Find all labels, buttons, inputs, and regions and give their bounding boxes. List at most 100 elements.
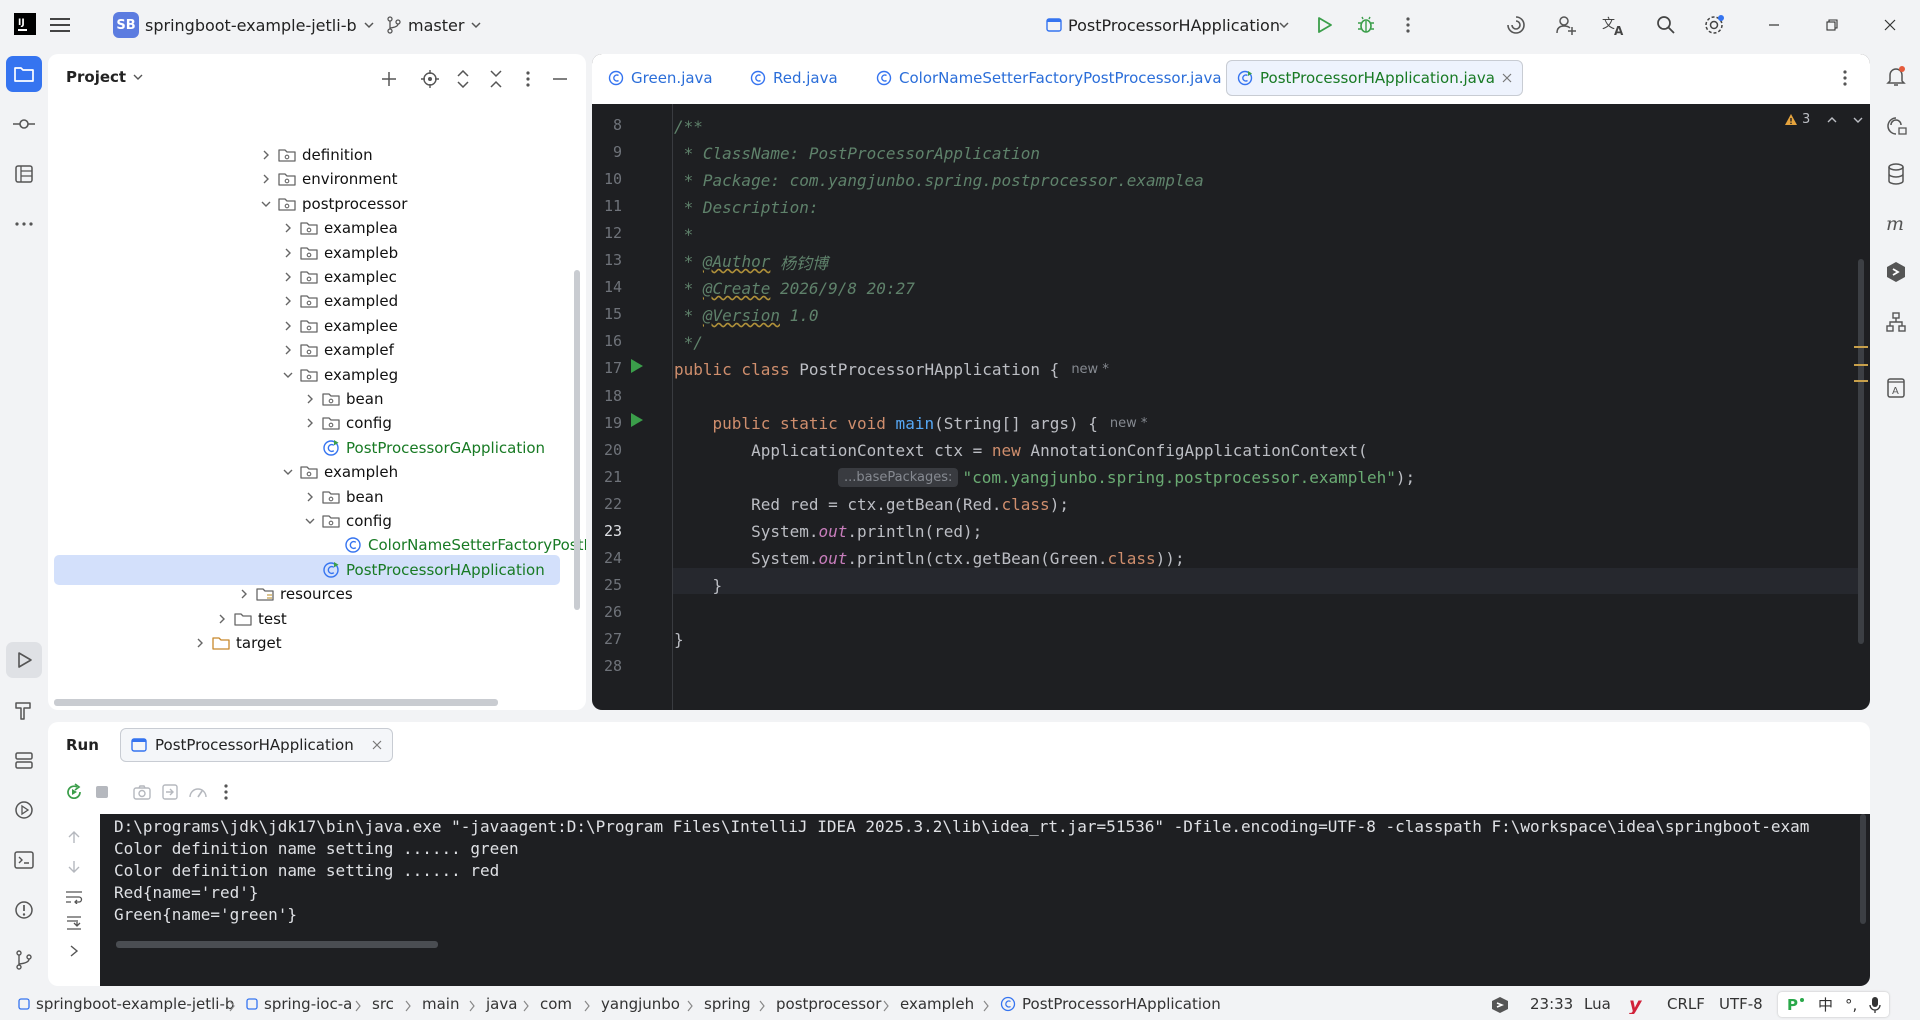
commit-tool-button[interactable]: [6, 106, 42, 142]
locate-file-icon[interactable]: [419, 68, 441, 90]
scroll-down-icon[interactable]: [62, 856, 86, 878]
soft-wrap-icon[interactable]: [62, 886, 86, 908]
translate-icon[interactable]: 文A: [1602, 13, 1626, 37]
breadcrumb-item[interactable]: spring-ioc-a: [246, 995, 352, 1013]
project-view-selector[interactable]: Project: [66, 68, 144, 86]
error-stripe-mark[interactable]: [1854, 380, 1868, 382]
chevron-right-icon[interactable]: [277, 266, 299, 288]
chevron-right-icon[interactable]: [277, 290, 299, 312]
next-highlight-icon[interactable]: [1852, 115, 1864, 125]
chevron-right-icon[interactable]: [277, 315, 299, 337]
structure-tool-button[interactable]: [6, 156, 42, 192]
vcs-author-hint[interactable]: new *: [1110, 416, 1148, 431]
breadcrumb-item[interactable]: postprocessor: [776, 995, 881, 1013]
console-vertical-scrollbar[interactable]: [1860, 814, 1866, 924]
close-window-button[interactable]: [1878, 13, 1902, 37]
chevron-right-icon[interactable]: [299, 388, 321, 410]
run-icon[interactable]: [1312, 13, 1336, 37]
code-with-me-icon[interactable]: [1554, 13, 1578, 37]
exit-icon[interactable]: [158, 780, 182, 804]
hide-panel-icon[interactable]: [549, 68, 571, 90]
chevron-right-icon[interactable]: [189, 632, 211, 654]
font-book-icon[interactable]: A: [1880, 372, 1912, 404]
run-tool-button[interactable]: [6, 642, 42, 678]
search-icon[interactable]: [1654, 13, 1678, 37]
tree-node-target[interactable]: target: [189, 628, 282, 658]
collapse-all-icon[interactable]: [485, 68, 507, 90]
close-tab-icon[interactable]: [372, 740, 382, 750]
debug-icon[interactable]: [1354, 13, 1378, 37]
more-actions-icon[interactable]: [1396, 13, 1420, 37]
hierarchy-icon[interactable]: [1880, 306, 1912, 338]
chevron-down-icon[interactable]: [255, 193, 277, 215]
tab-green-java[interactable]: Green.java: [598, 60, 723, 96]
breadcrumb-item[interactable]: exampleh: [900, 995, 974, 1013]
rerun-icon[interactable]: [62, 780, 86, 804]
language-indicator[interactable]: Lua: [1584, 995, 1611, 1013]
minimize-window-button[interactable]: [1762, 13, 1786, 37]
gradle-plugin-icon[interactable]: [1880, 256, 1912, 288]
breadcrumb-item[interactable]: main: [422, 995, 459, 1013]
console-output[interactable]: D:\programs\jdk\jdk17\bin\java.exe "-jav…: [100, 814, 1870, 986]
input-method-toolbar[interactable]: P 中 °,: [1778, 992, 1890, 1017]
services-tool-button[interactable]: [6, 742, 42, 778]
database-icon[interactable]: [1880, 158, 1912, 190]
tab-options-icon[interactable]: [1842, 69, 1848, 87]
vcs-author-hint[interactable]: new *: [1071, 362, 1109, 377]
scroll-to-end-icon[interactable]: [62, 912, 86, 934]
camera-icon[interactable]: [130, 780, 154, 804]
ai-assistant-icon[interactable]: [1504, 13, 1528, 37]
breadcrumb-item[interactable]: spring: [704, 995, 751, 1013]
chevron-down-icon[interactable]: [1272, 13, 1296, 37]
run-main-gutter-icon[interactable]: [628, 412, 644, 428]
horizontal-scrollbar[interactable]: [54, 699, 498, 706]
problems-tool-button[interactable]: [6, 892, 42, 928]
add-icon[interactable]: [378, 68, 400, 90]
chevron-down-icon[interactable]: [277, 461, 299, 483]
chevron-right-icon[interactable]: [299, 486, 321, 508]
breadcrumb-item[interactable]: com: [540, 995, 572, 1013]
terminal-tool-button[interactable]: [6, 842, 42, 878]
line-separator[interactable]: CRLF: [1667, 995, 1705, 1013]
editor-vertical-scrollbar[interactable]: [1858, 259, 1864, 644]
tab-red-java[interactable]: Red.java: [740, 60, 848, 96]
options-icon[interactable]: [517, 68, 539, 90]
more-tools-button[interactable]: [6, 206, 42, 242]
inspection-widget[interactable]: 3: [1784, 112, 1864, 127]
stop-icon[interactable]: [90, 780, 114, 804]
breadcrumb-item[interactable]: java: [486, 995, 517, 1013]
run-class-gutter-icon[interactable]: [628, 358, 644, 374]
console-horizontal-scrollbar[interactable]: [116, 941, 438, 948]
notifications-bell-icon[interactable]: [1880, 60, 1912, 92]
chevron-right-icon[interactable]: [211, 608, 233, 630]
build-tool-button[interactable]: [6, 692, 42, 728]
error-stripe-mark[interactable]: [1854, 364, 1868, 366]
chevron-down-icon[interactable]: [277, 364, 299, 386]
file-encoding[interactable]: UTF-8: [1719, 995, 1763, 1013]
expand-all-icon[interactable]: [452, 68, 474, 90]
breadcrumb-item[interactable]: yangjunbo: [601, 995, 680, 1013]
intellij-logo[interactable]: IJ: [13, 12, 37, 36]
project-switcher[interactable]: SB springboot-example-jetli-b: [113, 0, 375, 50]
y-plugin-icon[interactable]: y: [1628, 994, 1646, 1014]
git-tool-button[interactable]: [6, 942, 42, 978]
restore-window-button[interactable]: [1820, 13, 1844, 37]
breadcrumb-item[interactable]: src: [372, 995, 394, 1013]
chevron-right-icon[interactable]: [299, 412, 321, 434]
vcs-branch-switcher[interactable]: master: [386, 0, 482, 50]
chevron-right-icon[interactable]: [277, 242, 299, 264]
chevron-right-icon[interactable]: [62, 940, 86, 962]
chevron-right-icon[interactable]: [233, 583, 255, 605]
run-config-selector[interactable]: PostProcessorHApplication: [1046, 0, 1280, 50]
scroll-up-icon[interactable]: [62, 826, 86, 848]
breadcrumb-item[interactable]: springboot-example-jetli-b: [18, 995, 234, 1013]
project-tool-button[interactable]: [6, 56, 42, 92]
maven-icon[interactable]: m: [1880, 208, 1912, 240]
tab-colornamesetter-java[interactable]: ColorNameSetterFactoryPostProcessor.java: [866, 60, 1232, 96]
debug-tool-button[interactable]: [6, 792, 42, 828]
error-stripe-mark[interactable]: [1854, 346, 1868, 348]
previous-highlight-icon[interactable]: [1826, 115, 1838, 125]
chevron-right-icon[interactable]: [277, 217, 299, 239]
run-tab[interactable]: PostProcessorHApplication: [120, 728, 393, 762]
caret-position[interactable]: 23:33: [1530, 995, 1573, 1013]
